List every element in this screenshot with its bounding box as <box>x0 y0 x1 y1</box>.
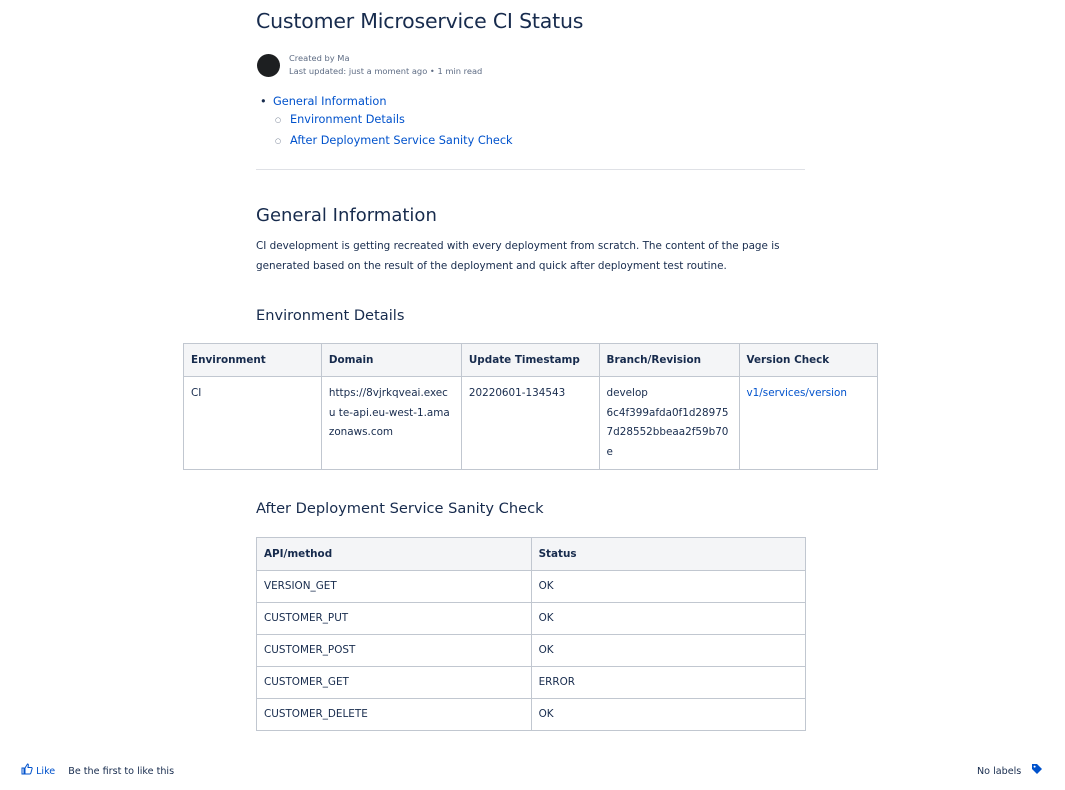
toc-item-environment-details[interactable]: ○ Environment Details <box>275 113 405 126</box>
sanity-check-table: API/method Status VERSION_GET OK CUSTOME… <box>256 537 807 731</box>
environment-table: Environment Domain Update Timestamp Bran… <box>183 343 879 470</box>
no-labels-text: No labels <box>977 766 1022 777</box>
page-title: Customer Microservice CI Status <box>256 9 584 33</box>
column-header: API/method <box>256 537 532 571</box>
environment-details-heading: Environment Details <box>256 307 405 324</box>
column-header: Domain <box>320 343 462 377</box>
circle-bullet-icon: ○ <box>275 137 282 145</box>
revision-hash: 6c4f399afda0f1d289757d28552bbeaa2f59b70e <box>606 406 729 458</box>
timestamp-cell: 20220601-134543 <box>460 376 600 470</box>
page-meta: Created by Ma Last updated: just a momen… <box>289 52 482 77</box>
toc-link[interactable]: General Information <box>273 95 387 108</box>
domain-text: https://8vjrkqveai.execu te-api.eu-west-… <box>328 387 450 438</box>
like-section: Like Be the first to like this <box>21 763 174 777</box>
table-row: CUSTOMER_PUT OK <box>256 602 807 635</box>
status-cell: ERROR <box>530 666 807 699</box>
like-label[interactable]: Like <box>36 766 55 777</box>
sanity-check-heading: After Deployment Service Sanity Check <box>256 500 544 517</box>
toc-item-sanity-check[interactable]: ○ After Deployment Service Sanity Check <box>275 134 513 147</box>
toc-link[interactable]: Environment Details <box>290 113 405 126</box>
status-cell: OK <box>530 570 807 603</box>
toc-item-general-information[interactable]: • General Information <box>260 95 387 108</box>
divider <box>256 169 805 170</box>
created-by[interactable]: Created by Ma <box>289 52 482 65</box>
general-information-text: CI development is getting recreated with… <box>256 240 780 272</box>
branch-name: develop <box>606 387 648 399</box>
table-row: VERSION_GET OK <box>256 570 807 603</box>
last-updated: Last updated: just a moment ago • 1 min … <box>289 65 483 76</box>
api-method-cell: CUSTOMER_DELETE <box>256 698 532 731</box>
like-button[interactable]: Like <box>21 763 58 777</box>
table-row: CUSTOMER_GET ERROR <box>256 666 807 699</box>
like-text: Be the first to like this <box>68 766 175 777</box>
general-information-heading: General Information <box>256 205 437 226</box>
table-row: CI https://8vjrkqveai.execu te-api.eu-we… <box>183 376 879 470</box>
status-cell: OK <box>530 634 807 667</box>
column-header: Update Timestamp <box>460 343 600 377</box>
table-row: CUSTOMER_POST OK <box>256 634 807 667</box>
api-method-cell: CUSTOMER_GET <box>256 666 532 699</box>
column-header: Version Check <box>738 343 879 377</box>
branch-cell: develop 6c4f399afda0f1d289757d28552bbeaa… <box>598 376 740 470</box>
labels-section: No labels <box>977 763 1043 777</box>
table-header-row: API/method Status <box>256 537 807 571</box>
avatar[interactable] <box>257 54 280 77</box>
column-header: Status <box>530 537 807 571</box>
version-check-link[interactable]: v1/services/version <box>747 387 847 399</box>
status-cell: OK <box>530 698 807 731</box>
api-method-cell: CUSTOMER_POST <box>256 634 532 667</box>
status-cell: OK <box>530 602 807 635</box>
thumbs-up-icon <box>21 763 33 775</box>
column-header: Environment <box>183 343 322 377</box>
bullet-icon: • <box>260 95 267 108</box>
version-check-cell: v1/services/version <box>738 376 879 470</box>
table-row: CUSTOMER_DELETE OK <box>256 698 807 731</box>
domain-cell: https://8vjrkqveai.execu te-api.eu-west-… <box>320 376 462 470</box>
api-method-cell: CUSTOMER_PUT <box>256 602 532 635</box>
column-header: Branch/Revision <box>598 343 740 377</box>
tag-icon[interactable] <box>1031 763 1043 775</box>
table-header-row: Environment Domain Update Timestamp Bran… <box>183 343 879 377</box>
api-method-cell: VERSION_GET <box>256 570 532 603</box>
toc-link[interactable]: After Deployment Service Sanity Check <box>290 134 513 147</box>
environment-cell: CI <box>183 376 322 470</box>
circle-bullet-icon: ○ <box>275 116 282 124</box>
